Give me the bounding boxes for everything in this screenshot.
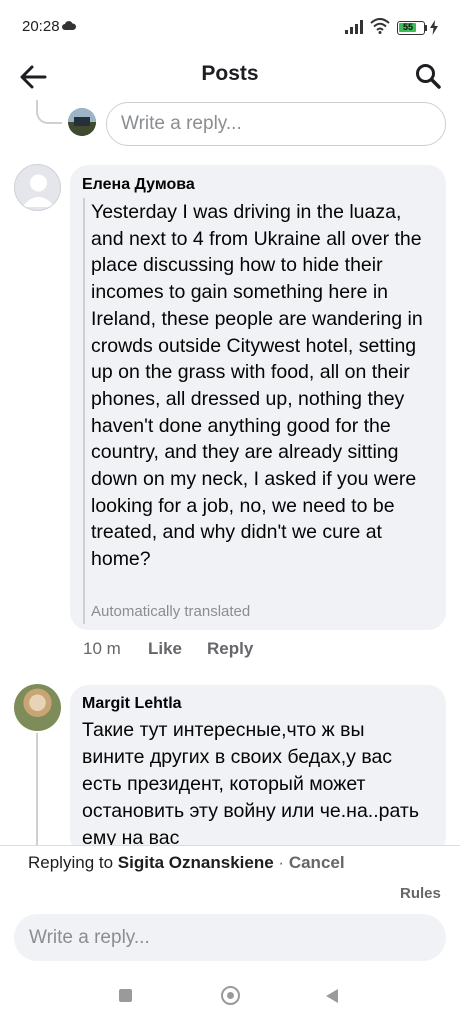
battery-icon: 55 [397, 21, 425, 35]
translation-note[interactable]: Automatically translated [91, 603, 250, 620]
comment-time: 10 m [83, 639, 121, 658]
status-time: 20:28 [22, 18, 60, 35]
separator: · [278, 853, 285, 872]
cancel-button[interactable]: Cancel [289, 853, 345, 872]
like-button[interactable]: Like [148, 639, 182, 659]
page-title: Posts [201, 62, 259, 85]
rules-link[interactable]: Rules [400, 885, 441, 902]
comment-text: Yesterday I was driving in the luaza, an… [91, 201, 423, 571]
back-triangle-icon[interactable] [324, 988, 340, 1004]
default-avatar-icon [22, 174, 55, 207]
thread-connector [36, 733, 38, 845]
thread-connector [36, 100, 62, 124]
reply-input[interactable]: Write a reply... [106, 102, 446, 146]
avatar[interactable] [14, 164, 61, 211]
top-app-bar: Posts [0, 56, 460, 98]
battery-tip [425, 25, 427, 31]
translation-quote-bar [83, 198, 85, 624]
status-bar: 20:28 55 [0, 0, 460, 56]
signal-icon [345, 20, 363, 34]
home-button[interactable] [221, 986, 240, 1005]
recent-apps-button[interactable] [119, 989, 132, 1002]
comment-author[interactable]: Margit Lehtla [82, 695, 182, 713]
replying-prefix: Replying to [28, 853, 114, 872]
replying-to-bar: Replying to Sigita Oznanskiene · Cancel [28, 853, 345, 873]
charging-icon [430, 20, 438, 35]
reply-input[interactable]: Write a reply... [14, 914, 446, 961]
replying-to-name: Sigita Oznanskiene [117, 853, 274, 872]
comment-text: Такие тут интересные,что ж вы вините дру… [82, 719, 419, 849]
my-avatar [68, 108, 96, 136]
comment-author[interactable]: Елена Думова [82, 176, 195, 194]
reply-button[interactable]: Reply [207, 639, 253, 659]
wifi-icon [370, 18, 390, 34]
search-icon[interactable] [414, 62, 442, 90]
avatar[interactable] [14, 684, 61, 731]
battery-level: 55 [403, 22, 414, 32]
home-icon [227, 992, 234, 999]
cloud-icon [62, 21, 76, 30]
my-avatar-image [68, 108, 96, 136]
